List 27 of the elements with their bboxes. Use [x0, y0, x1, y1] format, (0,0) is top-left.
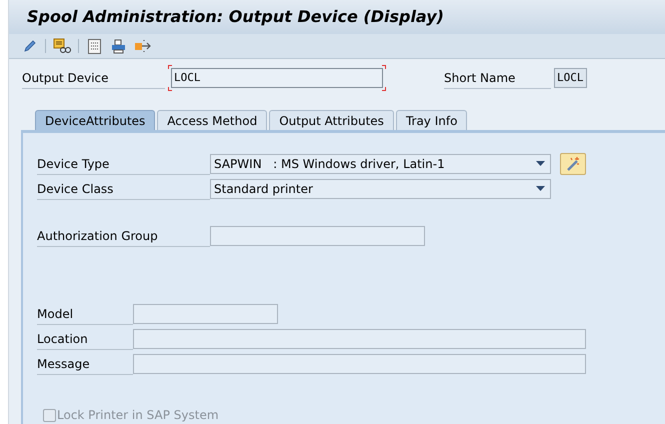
checkbox-label: Lock Printer in SAP System	[57, 407, 219, 424]
calculator-icon[interactable]	[85, 37, 103, 55]
input-field[interactable]: LOCL	[554, 68, 586, 88]
input-field[interactable]: LOCL	[171, 68, 383, 88]
input-field[interactable]	[210, 226, 425, 246]
dropdown-arrow-icon	[536, 186, 545, 191]
dropdown-field[interactable]: SAPWIN : MS Windows driver, Latin-1	[210, 154, 551, 174]
tab[interactable]: Output Attributes	[269, 110, 394, 130]
input-field[interactable]	[133, 304, 278, 324]
dropdown-arrow-icon	[536, 161, 545, 166]
export-icon[interactable]	[133, 37, 153, 55]
dropdown-field[interactable]: Standard printer	[210, 178, 551, 198]
tab[interactable]: DeviceAttributes	[35, 110, 156, 130]
field-label: Authorization Group	[37, 224, 210, 247]
tab[interactable]: Tray Info	[396, 110, 468, 130]
wizard-button[interactable]	[560, 152, 586, 174]
input-field[interactable]	[133, 354, 586, 374]
input-field[interactable]	[133, 328, 586, 348]
tab[interactable]: Access Method	[157, 110, 268, 130]
window-title: Spool Administration: Output Device (Display)	[27, 6, 444, 28]
field-label: Device Class	[37, 177, 210, 200]
document-glasses-icon[interactable]	[52, 37, 72, 55]
field-label: Device Type	[37, 152, 210, 175]
field-label: Output Device	[22, 66, 165, 90]
magic-wand-icon	[565, 156, 581, 172]
printer-icon[interactable]	[109, 37, 127, 55]
field-label: Short Name	[444, 66, 551, 90]
